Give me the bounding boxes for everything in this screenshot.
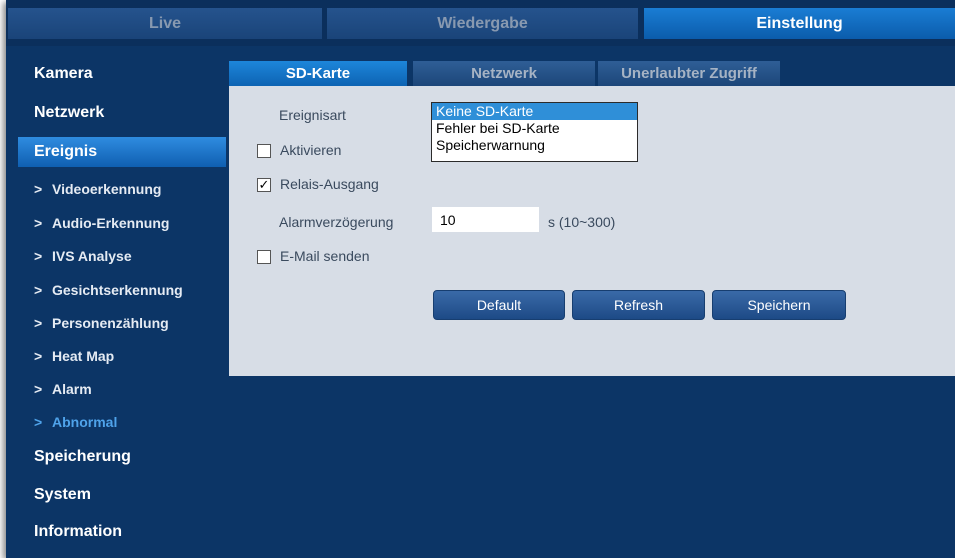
chevron-right-icon: > bbox=[34, 215, 43, 231]
sidebar-item-system[interactable]: System bbox=[18, 480, 226, 510]
chevron-right-icon: > bbox=[34, 381, 43, 397]
chevron-right-icon: > bbox=[34, 181, 43, 197]
top-navigation: Live Wiedergabe Einstellung bbox=[6, 0, 955, 46]
chevron-right-icon: > bbox=[34, 348, 43, 364]
sidebar-item-speicherung[interactable]: Speicherung bbox=[18, 442, 226, 472]
sidebar-subitem-label: IVS Analyse bbox=[52, 248, 132, 264]
app-frame: Live Wiedergabe Einstellung Kamera Netzw… bbox=[6, 0, 955, 558]
sidebar-subitem-label: Gesichtserkennung bbox=[52, 282, 183, 298]
enable-label: Aktivieren bbox=[280, 142, 342, 158]
sidebar-subitem-ivs-analyse[interactable]: > IVS Analyse bbox=[24, 243, 224, 269]
enable-checkbox[interactable] bbox=[257, 144, 271, 158]
chevron-right-icon: > bbox=[34, 282, 43, 298]
sidebar-item-netzwerk[interactable]: Netzwerk bbox=[18, 98, 226, 128]
sidebar-item-information[interactable]: Information bbox=[18, 517, 226, 547]
sidebar-item-ereignis[interactable]: Ereignis bbox=[18, 137, 226, 167]
sidebar-subitem-label: Abnormal bbox=[52, 414, 118, 430]
tab-unerlaubter-zugriff[interactable]: Unerlaubter Zugriff bbox=[598, 61, 780, 86]
chevron-right-icon: > bbox=[34, 315, 43, 331]
sidebar-item-kamera[interactable]: Kamera bbox=[18, 59, 226, 89]
sidebar-subitem-label: Videoerkennung bbox=[52, 181, 162, 197]
tab-netzwerk[interactable]: Netzwerk bbox=[413, 61, 595, 86]
refresh-button[interactable]: Refresh bbox=[572, 290, 705, 320]
sidebar-subitem-abnormal[interactable]: > Abnormal bbox=[24, 409, 224, 435]
alarm-delay-input[interactable] bbox=[432, 207, 539, 232]
sidebar-subitem-audio-erkennung[interactable]: > Audio-Erkennung bbox=[24, 210, 224, 236]
tab-sd-karte[interactable]: SD-Karte bbox=[229, 61, 407, 86]
alarm-delay-label: Alarmverzögerung bbox=[279, 214, 394, 230]
save-button[interactable]: Speichern bbox=[712, 290, 846, 320]
sidebar-subitem-personenzaehlung[interactable]: > Personenzählung bbox=[24, 310, 224, 336]
default-button[interactable]: Default bbox=[433, 290, 565, 320]
sidebar-subitem-label: Alarm bbox=[52, 381, 92, 397]
sidebar-subitem-label: Audio-Erkennung bbox=[52, 215, 170, 231]
event-option-speicherwarnung[interactable]: Speicherwarnung bbox=[432, 137, 637, 154]
relay-output-label: Relais-Ausgang bbox=[280, 176, 379, 192]
sidebar-subitem-heat-map[interactable]: > Heat Map bbox=[24, 343, 224, 369]
event-type-label: Ereignisart bbox=[279, 107, 346, 123]
relay-output-checkbox[interactable]: ✓ bbox=[257, 178, 271, 192]
event-type-listbox[interactable]: Keine SD-Karte Fehler bei SD-Karte Speic… bbox=[431, 102, 638, 162]
tab-live[interactable]: Live bbox=[8, 8, 322, 39]
email-label: E-Mail senden bbox=[280, 248, 370, 264]
tab-wiedergabe[interactable]: Wiedergabe bbox=[327, 8, 638, 39]
sidebar-subitem-gesichtserkennung[interactable]: > Gesichtserkennung bbox=[24, 277, 224, 303]
chevron-right-icon: > bbox=[34, 248, 43, 264]
sidebar-subitem-alarm[interactable]: > Alarm bbox=[24, 376, 224, 402]
tab-einstellung[interactable]: Einstellung bbox=[644, 8, 955, 39]
chevron-right-icon: > bbox=[34, 414, 43, 430]
event-option-keine-sd-karte[interactable]: Keine SD-Karte bbox=[432, 103, 637, 120]
email-checkbox[interactable] bbox=[257, 250, 271, 264]
alarm-delay-unit: s (10~300) bbox=[548, 214, 616, 230]
event-option-fehler-sd-karte[interactable]: Fehler bei SD-Karte bbox=[432, 120, 637, 137]
sidebar-subitem-videoerkennung[interactable]: > Videoerkennung bbox=[24, 176, 224, 202]
sidebar-subitem-label: Heat Map bbox=[52, 348, 115, 364]
sidebar-subitem-label: Personenzählung bbox=[52, 315, 169, 331]
